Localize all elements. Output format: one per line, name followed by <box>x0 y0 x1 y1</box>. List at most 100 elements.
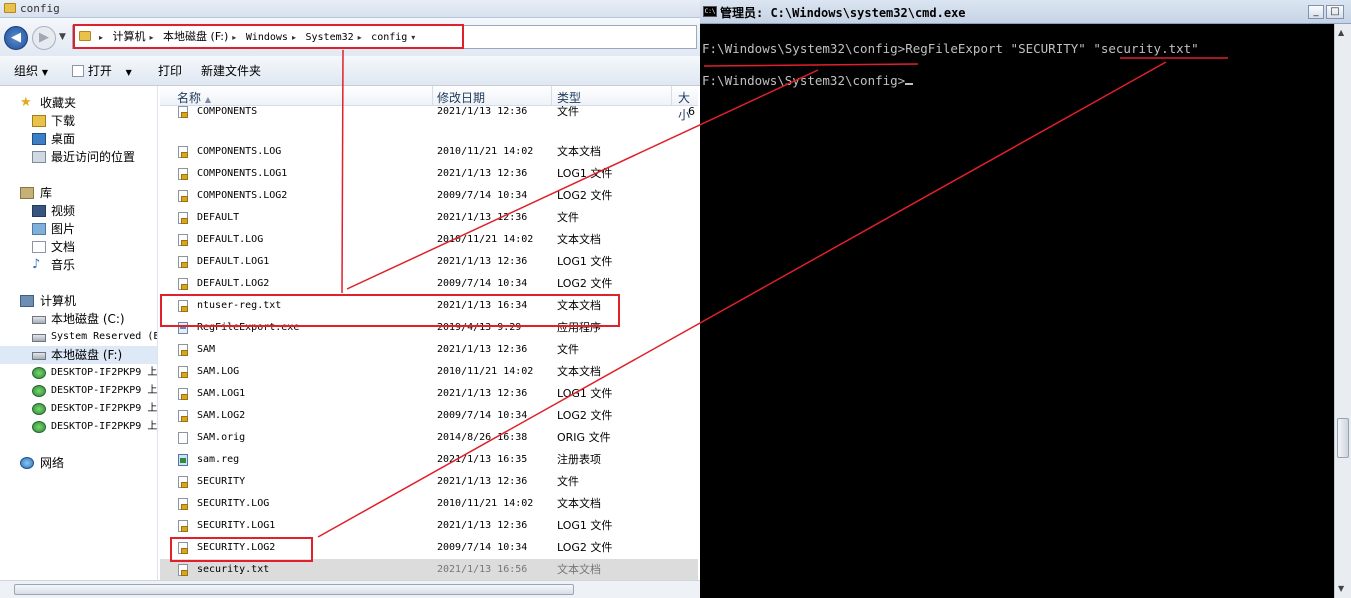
column-divider[interactable] <box>551 86 552 106</box>
sidebar-item-network-drive[interactable]: DESKTOP-IF2PKP9 上 <box>0 382 157 400</box>
file-name: sam.reg <box>197 454 240 465</box>
table-row[interactable]: DEFAULT.LOG1 2021/1/13 12:36 LOG1 文件 <box>160 251 698 273</box>
open-button[interactable]: 打开 ▼ <box>72 62 132 79</box>
recent-pages-dropdown-icon[interactable]: ▼ <box>59 32 66 42</box>
annotation-box-address <box>73 24 464 49</box>
sidebar-item-desktop[interactable]: 桌面 <box>0 130 157 148</box>
sidebar-item-videos[interactable]: 视频 <box>0 202 157 220</box>
sidebar-label: DESKTOP-IF2PKP9 上 <box>51 367 158 378</box>
column-divider[interactable] <box>671 86 672 106</box>
table-row[interactable]: SECURITY 2021/1/13 12:36 文件 <box>160 471 698 493</box>
sort-up-icon: ▲ <box>204 95 211 104</box>
prompt-text: F:\Windows\System32\config> <box>702 73 906 88</box>
file-type: 文本文档 <box>557 233 601 246</box>
table-row[interactable]: DEFAULT 2021/1/13 12:36 文件 <box>160 207 698 229</box>
file-date: 2010/11/21 14:02 <box>437 366 534 377</box>
table-row[interactable]: SECURITY.LOG1 2021/1/13 12:36 LOG1 文件 <box>160 515 698 537</box>
sidebar-item-drive-c[interactable]: 本地磁盘 (C:) <box>0 310 157 328</box>
table-row[interactable]: COMPONENTS.LOG2 2009/7/14 10:34 LOG2 文件 <box>160 185 698 207</box>
back-button[interactable]: ◀ <box>4 26 28 50</box>
forward-button[interactable]: ▶ <box>32 26 56 50</box>
table-row[interactable]: SAM.LOG2 2009/7/14 10:34 LOG2 文件 <box>160 405 698 427</box>
file-name: COMPONENTS.LOG2 <box>197 190 288 201</box>
sidebar-item-network-drive[interactable]: DESKTOP-IF2PKP9 上 <box>0 418 157 436</box>
new-folder-button[interactable]: 新建文件夹 <box>201 62 261 79</box>
column-date[interactable]: 修改日期 <box>437 89 485 106</box>
file-date: 2021/1/13 12:36 <box>437 256 528 267</box>
scroll-thumb[interactable] <box>14 584 574 595</box>
sidebar-computer[interactable]: 计算机 <box>0 292 157 310</box>
annotation-box-regfileexport <box>160 294 620 327</box>
folder-icon <box>4 3 16 13</box>
file-name: COMPONENTS.LOG1 <box>197 168 288 179</box>
locked-file-icon <box>178 168 188 180</box>
table-row[interactable]: COMPONENTS.LOG1 2021/1/13 12:36 LOG1 文件 <box>160 163 698 185</box>
table-row[interactable]: SAM.LOG 2010/11/21 14:02 文本文档 <box>160 361 698 383</box>
drive-icon <box>32 316 46 324</box>
network-icon <box>20 457 34 469</box>
file-date: 2021/1/13 12:36 <box>437 476 528 487</box>
column-divider[interactable] <box>432 86 433 106</box>
table-row[interactable]: SAM 2021/1/13 12:36 文件 <box>160 339 698 361</box>
print-button[interactable]: 打印 <box>158 62 182 79</box>
sidebar-item-pictures[interactable]: 图片 <box>0 220 157 238</box>
file-name: DEFAULT.LOG2 <box>197 278 270 289</box>
sidebar-label: 计算机 <box>40 294 77 308</box>
table-row[interactable]: DEFAULT.LOG 2010/11/21 14:02 文本文档 <box>160 229 698 251</box>
file-name: DEFAULT <box>197 212 240 223</box>
locked-file-icon <box>178 564 188 576</box>
locked-file-icon <box>178 190 188 202</box>
sidebar-label: 视频 <box>51 204 76 218</box>
sidebar-item-network-drive[interactable]: DESKTOP-IF2PKP9 上 <box>0 364 158 382</box>
vertical-scrollbar[interactable]: ▲ ▼ <box>1334 24 1351 598</box>
column-name[interactable]: 名称 ▲ <box>177 89 211 106</box>
scroll-down-icon[interactable]: ▼ <box>1338 584 1344 593</box>
sidebar-label: 文档 <box>51 240 76 254</box>
drive-icon <box>32 334 46 342</box>
file-type: LOG2 文件 <box>557 409 613 422</box>
sidebar-network[interactable]: 网络 <box>0 454 157 472</box>
open-label: 打开 <box>87 64 112 78</box>
file-date: 2021/1/13 12:36 <box>437 388 528 399</box>
file-type: LOG2 文件 <box>557 277 613 290</box>
network-drive-icon <box>32 403 46 415</box>
sidebar-favorites[interactable]: ★ 收藏夹 <box>0 94 157 112</box>
table-row[interactable]: COMPONENTS.LOG 2010/11/21 14:02 文本文档 <box>160 141 698 163</box>
scroll-up-icon[interactable]: ▲ <box>1338 28 1344 37</box>
table-row[interactable]: SAM.orig 2014/8/26 16:38 ORIG 文件 <box>160 427 698 449</box>
sidebar-libraries[interactable]: 库 <box>0 184 157 202</box>
scroll-thumb[interactable] <box>1337 418 1349 458</box>
file-type: 注册表项 <box>557 453 601 466</box>
sidebar-item-network-drive[interactable]: DESKTOP-IF2PKP9 上 <box>0 400 157 418</box>
sidebar-item-music[interactable]: ♪ 音乐 <box>0 256 157 274</box>
locked-file-icon <box>178 344 188 356</box>
command-toolbar: 组织 ▼ 打开 ▼ 打印 新建文件夹 <box>0 56 700 86</box>
column-type[interactable]: 类型 <box>557 89 581 106</box>
sidebar-item-system-reserved[interactable]: System Reserved (E <box>0 328 157 346</box>
table-row[interactable]: security.txt 2021/1/13 16:56 文本文档 <box>160 559 698 580</box>
file-name: SAM.orig <box>197 432 246 443</box>
table-row[interactable]: SAM.LOG1 2021/1/13 12:36 LOG1 文件 <box>160 383 698 405</box>
column-size[interactable]: 大小 <box>678 89 698 123</box>
sidebar-item-downloads[interactable]: 下载 <box>0 112 157 130</box>
table-row[interactable]: sam.reg 2021/1/13 16:35 注册表项 <box>160 449 698 471</box>
prompt-line: F:\Windows\System32\config> <box>702 73 914 88</box>
file-date: 2021/1/13 12:36 <box>437 168 528 179</box>
file-type: 文本文档 <box>557 563 601 576</box>
organize-button[interactable]: 组织 ▼ <box>14 62 48 79</box>
sidebar-item-recent[interactable]: 最近访问的位置 <box>0 148 157 166</box>
maximize-button[interactable]: □ <box>1326 5 1344 19</box>
console-output[interactable]: F:\Windows\System32\config>RegFileExport… <box>700 24 1334 584</box>
file-type: LOG2 文件 <box>557 189 613 202</box>
sidebar-item-documents[interactable]: 文档 <box>0 238 157 256</box>
table-row[interactable]: SECURITY.LOG 2010/11/21 14:02 文本文档 <box>160 493 698 515</box>
minimize-button[interactable]: _ <box>1308 5 1324 19</box>
file-type: 文件 <box>557 211 579 224</box>
network-drive-icon <box>32 421 46 433</box>
locked-file-icon <box>178 410 188 422</box>
file-name: DEFAULT.LOG1 <box>197 256 270 267</box>
horizontal-scrollbar[interactable] <box>0 580 700 598</box>
sidebar-item-drive-f[interactable]: 本地磁盘 (F:) <box>0 346 157 364</box>
file-name: SECURITY.LOG <box>197 498 270 509</box>
table-row[interactable]: DEFAULT.LOG2 2009/7/14 10:34 LOG2 文件 <box>160 273 698 295</box>
